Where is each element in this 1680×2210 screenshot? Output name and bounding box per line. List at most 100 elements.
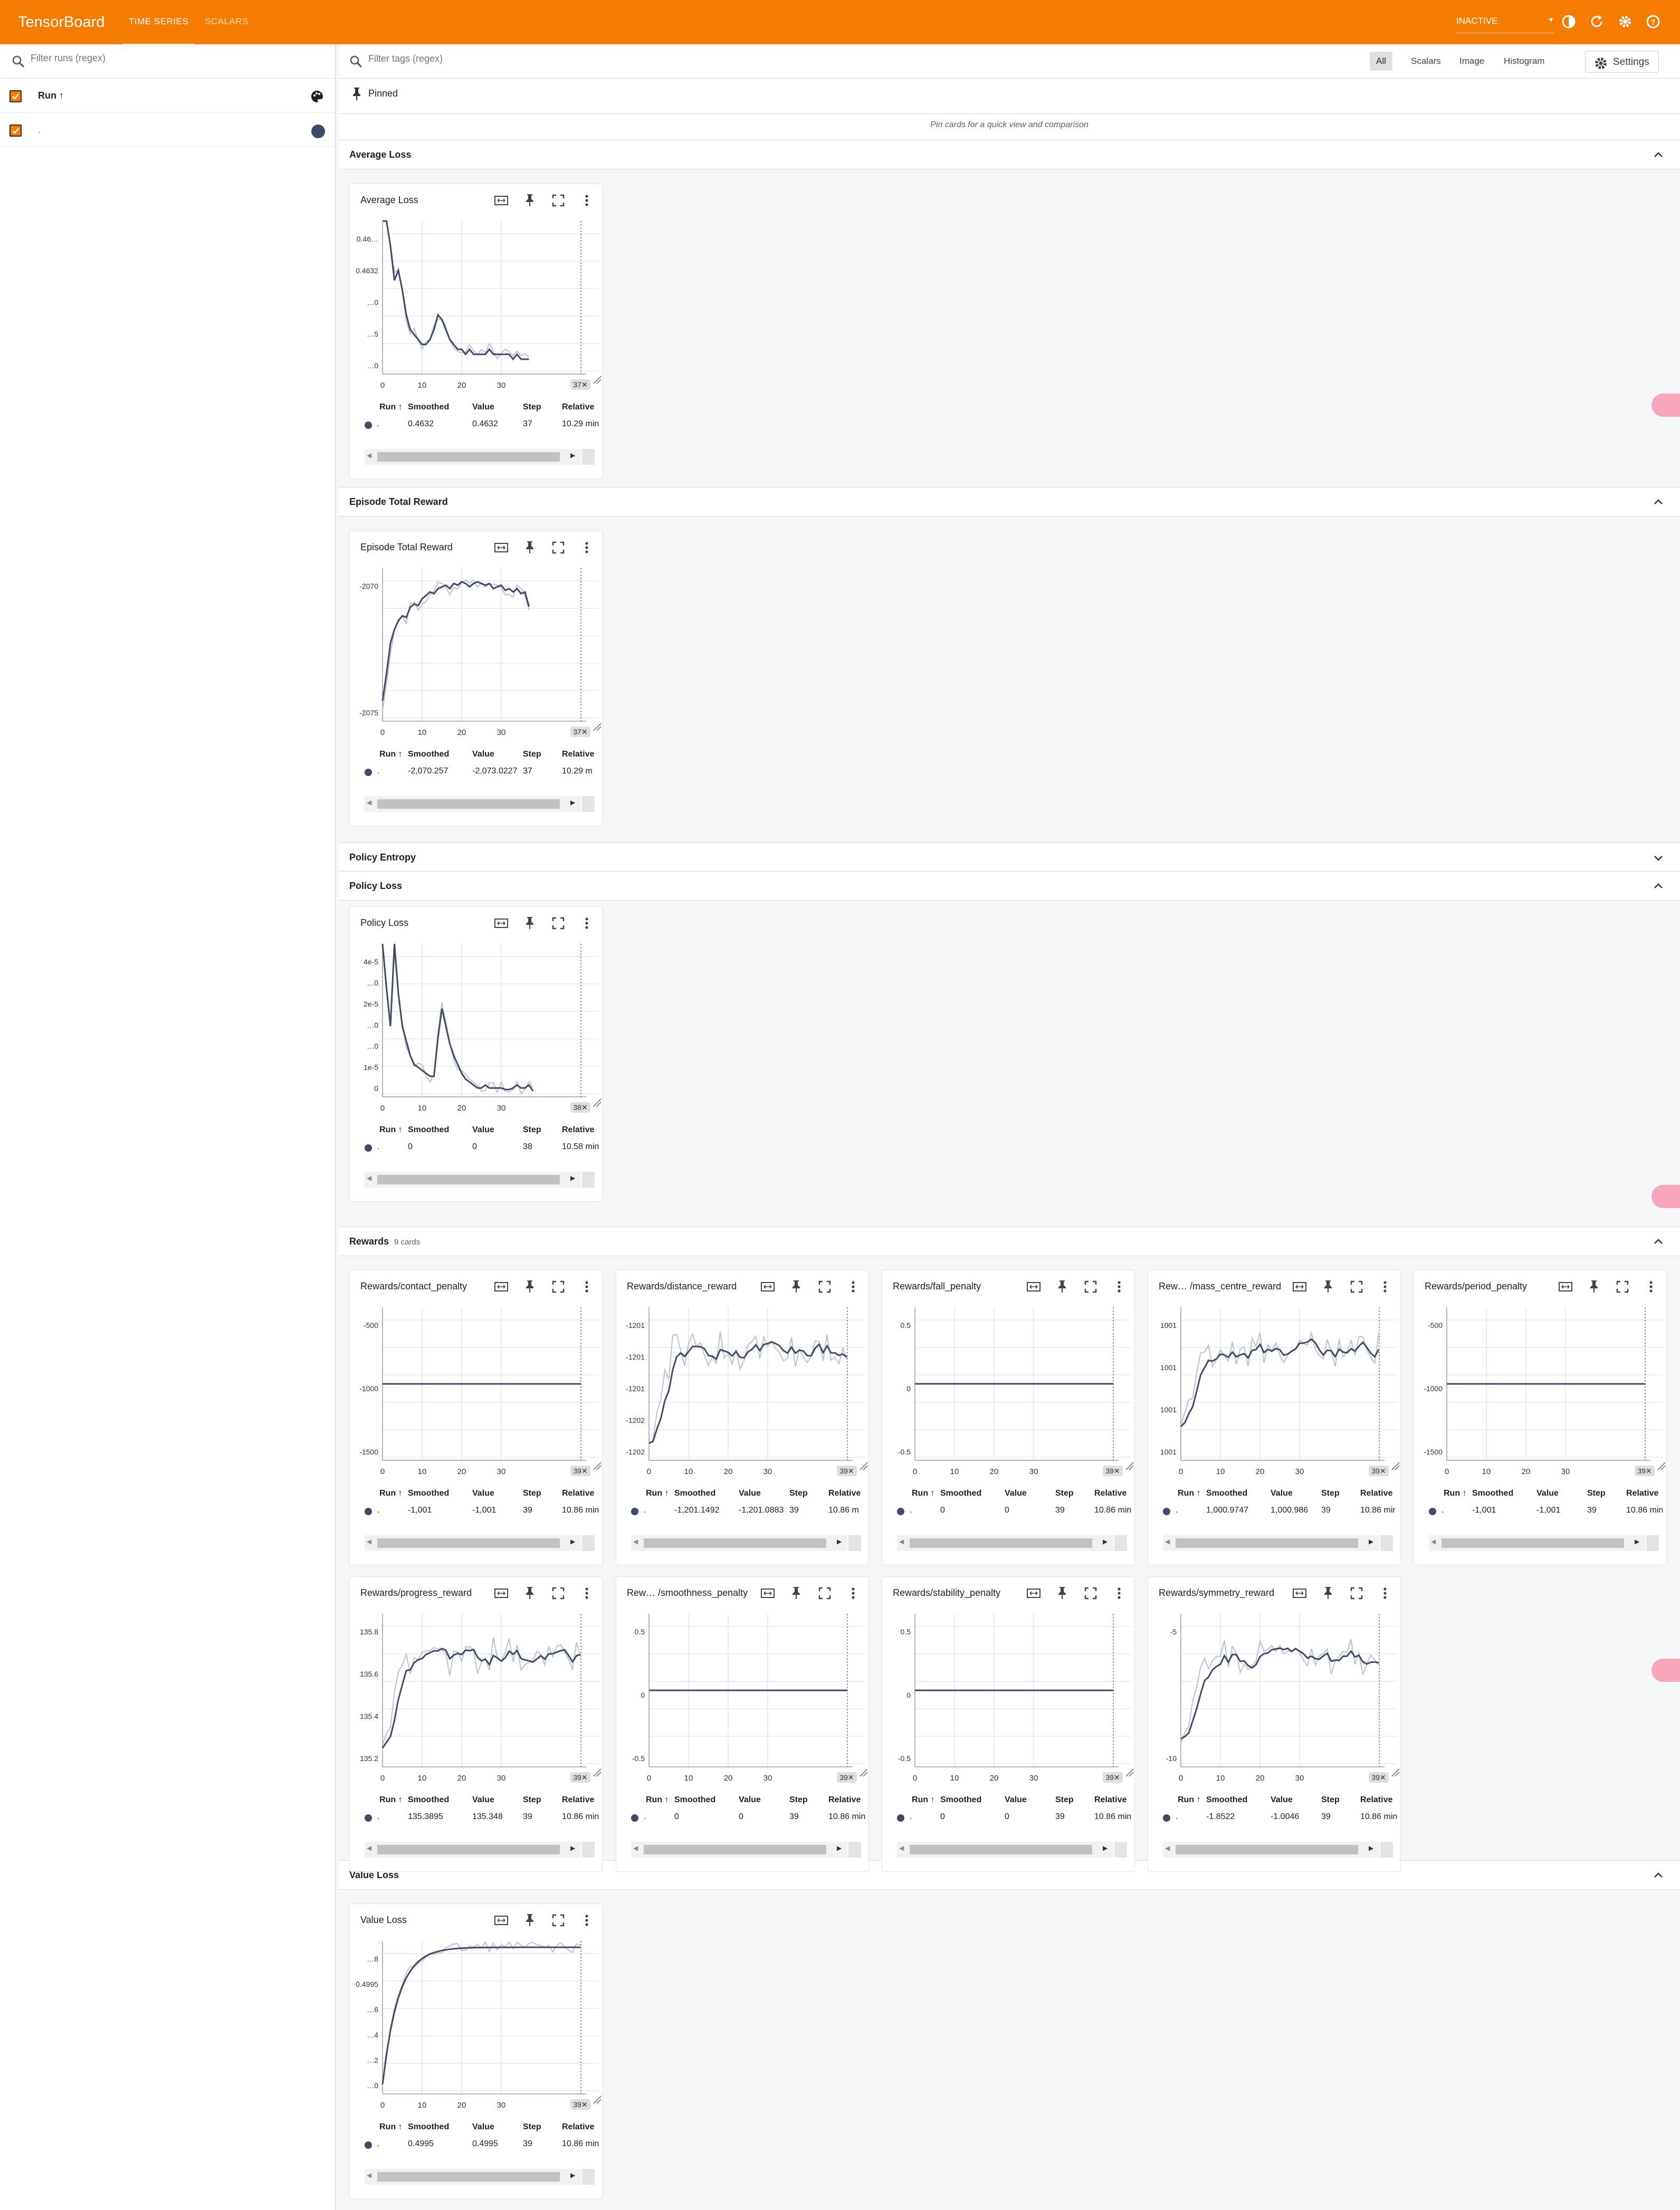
more-vert-icon[interactable] <box>1376 1584 1394 1602</box>
fullscreen-icon[interactable] <box>816 1584 834 1602</box>
filter-type-scalars[interactable]: Scalars <box>1405 52 1447 71</box>
line-chart[interactable]: 0 10 20 30 39✕ -500 -1000 -1500 <box>350 1303 603 1480</box>
translate-fab-icon[interactable] <box>1652 1659 1680 1682</box>
more-vert-icon[interactable] <box>1642 1278 1660 1296</box>
runs-filter-input[interactable] <box>31 53 326 64</box>
fit-domain-icon[interactable] <box>759 1584 777 1602</box>
line-chart[interactable]: 0 10 20 30 37✕ -2070 -2075 <box>350 564 603 741</box>
more-vert-icon[interactable] <box>1110 1278 1128 1296</box>
filter-type-all[interactable]: All <box>1370 52 1392 71</box>
line-chart[interactable]: 0 10 20 30 39✕ -1201 -1201 -1201 -1202 -1202 <box>616 1303 870 1480</box>
palette-icon[interactable] <box>310 89 324 104</box>
more-vert-icon[interactable] <box>578 914 596 932</box>
runs-header-label[interactable]: Run ↑ <box>38 90 64 101</box>
fullscreen-icon[interactable] <box>1614 1278 1631 1296</box>
pin-icon[interactable] <box>521 914 539 932</box>
fullscreen-icon[interactable] <box>549 1278 567 1296</box>
pin-icon[interactable] <box>1319 1278 1337 1296</box>
fullscreen-icon[interactable] <box>549 1911 567 1929</box>
resize-handle-icon[interactable] <box>1391 1462 1400 1470</box>
resize-handle-icon[interactable] <box>1125 1462 1134 1470</box>
table-scrollbar[interactable]: ◀ ▶ <box>1429 1535 1659 1551</box>
inactive-plugins-dropdown[interactable]: INACTIVE ▼ <box>1456 16 1554 33</box>
run-checkbox[interactable] <box>9 125 22 137</box>
table-scrollbar[interactable]: ◀ ▶ <box>1163 1535 1393 1551</box>
pin-icon[interactable] <box>1053 1584 1071 1602</box>
more-vert-icon[interactable] <box>578 1911 596 1929</box>
fullscreen-icon[interactable] <box>549 914 567 932</box>
group-header[interactable]: Policy Loss <box>339 871 1680 901</box>
resize-handle-icon[interactable] <box>593 376 602 384</box>
group-header[interactable]: Rewards 9 cards <box>339 1227 1680 1256</box>
line-chart[interactable]: 0 10 20 30 37✕ 0.46… 0.4632 …0 …5 …0 <box>350 217 603 394</box>
resize-handle-icon[interactable] <box>1391 1768 1400 1777</box>
pin-icon[interactable] <box>521 1911 539 1929</box>
table-scrollbar[interactable]: ◀ ▶ <box>365 2169 595 2185</box>
resize-handle-icon[interactable] <box>860 1462 868 1470</box>
more-vert-icon[interactable] <box>578 539 596 557</box>
resize-handle-icon[interactable] <box>1657 1462 1666 1470</box>
line-chart[interactable]: 0 10 20 30 39✕ 135.8 135.6 135.4 135.2 <box>350 1610 603 1787</box>
chevron-up-icon[interactable] <box>1653 496 1664 508</box>
table-scrollbar[interactable]: ◀ ▶ <box>631 1535 861 1551</box>
fit-domain-icon[interactable] <box>1025 1278 1043 1296</box>
fullscreen-icon[interactable] <box>1348 1278 1366 1296</box>
group-header[interactable]: Average Loss <box>339 140 1680 169</box>
resize-handle-icon[interactable] <box>593 1768 602 1777</box>
more-vert-icon[interactable] <box>844 1278 862 1296</box>
fit-domain-icon[interactable] <box>492 192 510 209</box>
chevron-up-icon[interactable] <box>1653 149 1664 161</box>
tag-filter-input[interactable] <box>368 53 685 64</box>
fit-domain-icon[interactable] <box>1291 1278 1309 1296</box>
select-all-runs-checkbox[interactable] <box>9 90 22 102</box>
pin-icon[interactable] <box>1585 1278 1603 1296</box>
fit-domain-icon[interactable] <box>492 1278 510 1296</box>
fit-domain-icon[interactable] <box>1025 1584 1043 1602</box>
fullscreen-icon[interactable] <box>1348 1584 1366 1602</box>
fullscreen-icon[interactable] <box>816 1278 834 1296</box>
table-scrollbar[interactable]: ◀ ▶ <box>1163 1842 1393 1858</box>
line-chart[interactable]: 0 10 20 30 39✕ …8 0.4995 …6 …4 …2 …0 <box>350 1937 603 2114</box>
fit-domain-icon[interactable] <box>492 914 510 932</box>
fullscreen-icon[interactable] <box>549 539 567 557</box>
group-header[interactable]: Episode Total Reward <box>339 487 1680 516</box>
tab-scalars[interactable]: SCALARS <box>205 16 249 27</box>
pin-icon[interactable] <box>1053 1278 1071 1296</box>
resize-handle-icon[interactable] <box>860 1768 868 1777</box>
resize-handle-icon[interactable] <box>593 723 602 731</box>
pin-icon[interactable] <box>787 1584 805 1602</box>
fullscreen-icon[interactable] <box>1082 1278 1100 1296</box>
group-header[interactable]: Policy Entropy <box>339 843 1680 872</box>
pin-icon[interactable] <box>1319 1584 1337 1602</box>
table-scrollbar[interactable]: ◀ ▶ <box>897 1842 1127 1858</box>
table-scrollbar[interactable]: ◀ ▶ <box>897 1535 1127 1551</box>
table-scrollbar[interactable]: ◀ ▶ <box>365 796 595 812</box>
table-scrollbar[interactable]: ◀ ▶ <box>365 449 595 465</box>
translate-fab-icon[interactable] <box>1652 1185 1680 1208</box>
run-color-swatch[interactable] <box>311 125 325 138</box>
more-vert-icon[interactable] <box>578 192 596 209</box>
fit-domain-icon[interactable] <box>1557 1278 1574 1296</box>
gear-icon[interactable] <box>1617 13 1633 31</box>
chevron-up-icon[interactable] <box>1653 881 1664 892</box>
fit-domain-icon[interactable] <box>492 1911 510 1929</box>
more-vert-icon[interactable] <box>578 1584 596 1602</box>
pin-icon[interactable] <box>521 539 539 557</box>
line-chart[interactable]: 0 10 20 30 39✕ 1001 1001 1001 1001 <box>1148 1303 1401 1480</box>
settings-button[interactable]: Settings <box>1585 51 1659 73</box>
resize-handle-icon[interactable] <box>1125 1768 1134 1777</box>
fit-domain-icon[interactable] <box>759 1278 777 1296</box>
fullscreen-icon[interactable] <box>549 192 567 209</box>
pin-icon[interactable] <box>521 1278 539 1296</box>
line-chart[interactable]: 0 10 20 30 39✕ 0.5 0 -0.5 <box>882 1303 1135 1480</box>
fit-domain-icon[interactable] <box>492 539 510 557</box>
more-vert-icon[interactable] <box>578 1278 596 1296</box>
fit-domain-icon[interactable] <box>1291 1584 1309 1602</box>
tab-time-series[interactable]: TIME SERIES <box>122 16 195 45</box>
table-scrollbar[interactable]: ◀ ▶ <box>365 1535 595 1551</box>
line-chart[interactable]: 0 10 20 30 39✕ -500 -1000 -1500 <box>1414 1303 1667 1480</box>
chevron-up-icon[interactable] <box>1653 1236 1664 1248</box>
chevron-down-icon[interactable] <box>1653 852 1664 864</box>
more-vert-icon[interactable] <box>1110 1584 1128 1602</box>
fit-domain-icon[interactable] <box>492 1584 510 1602</box>
